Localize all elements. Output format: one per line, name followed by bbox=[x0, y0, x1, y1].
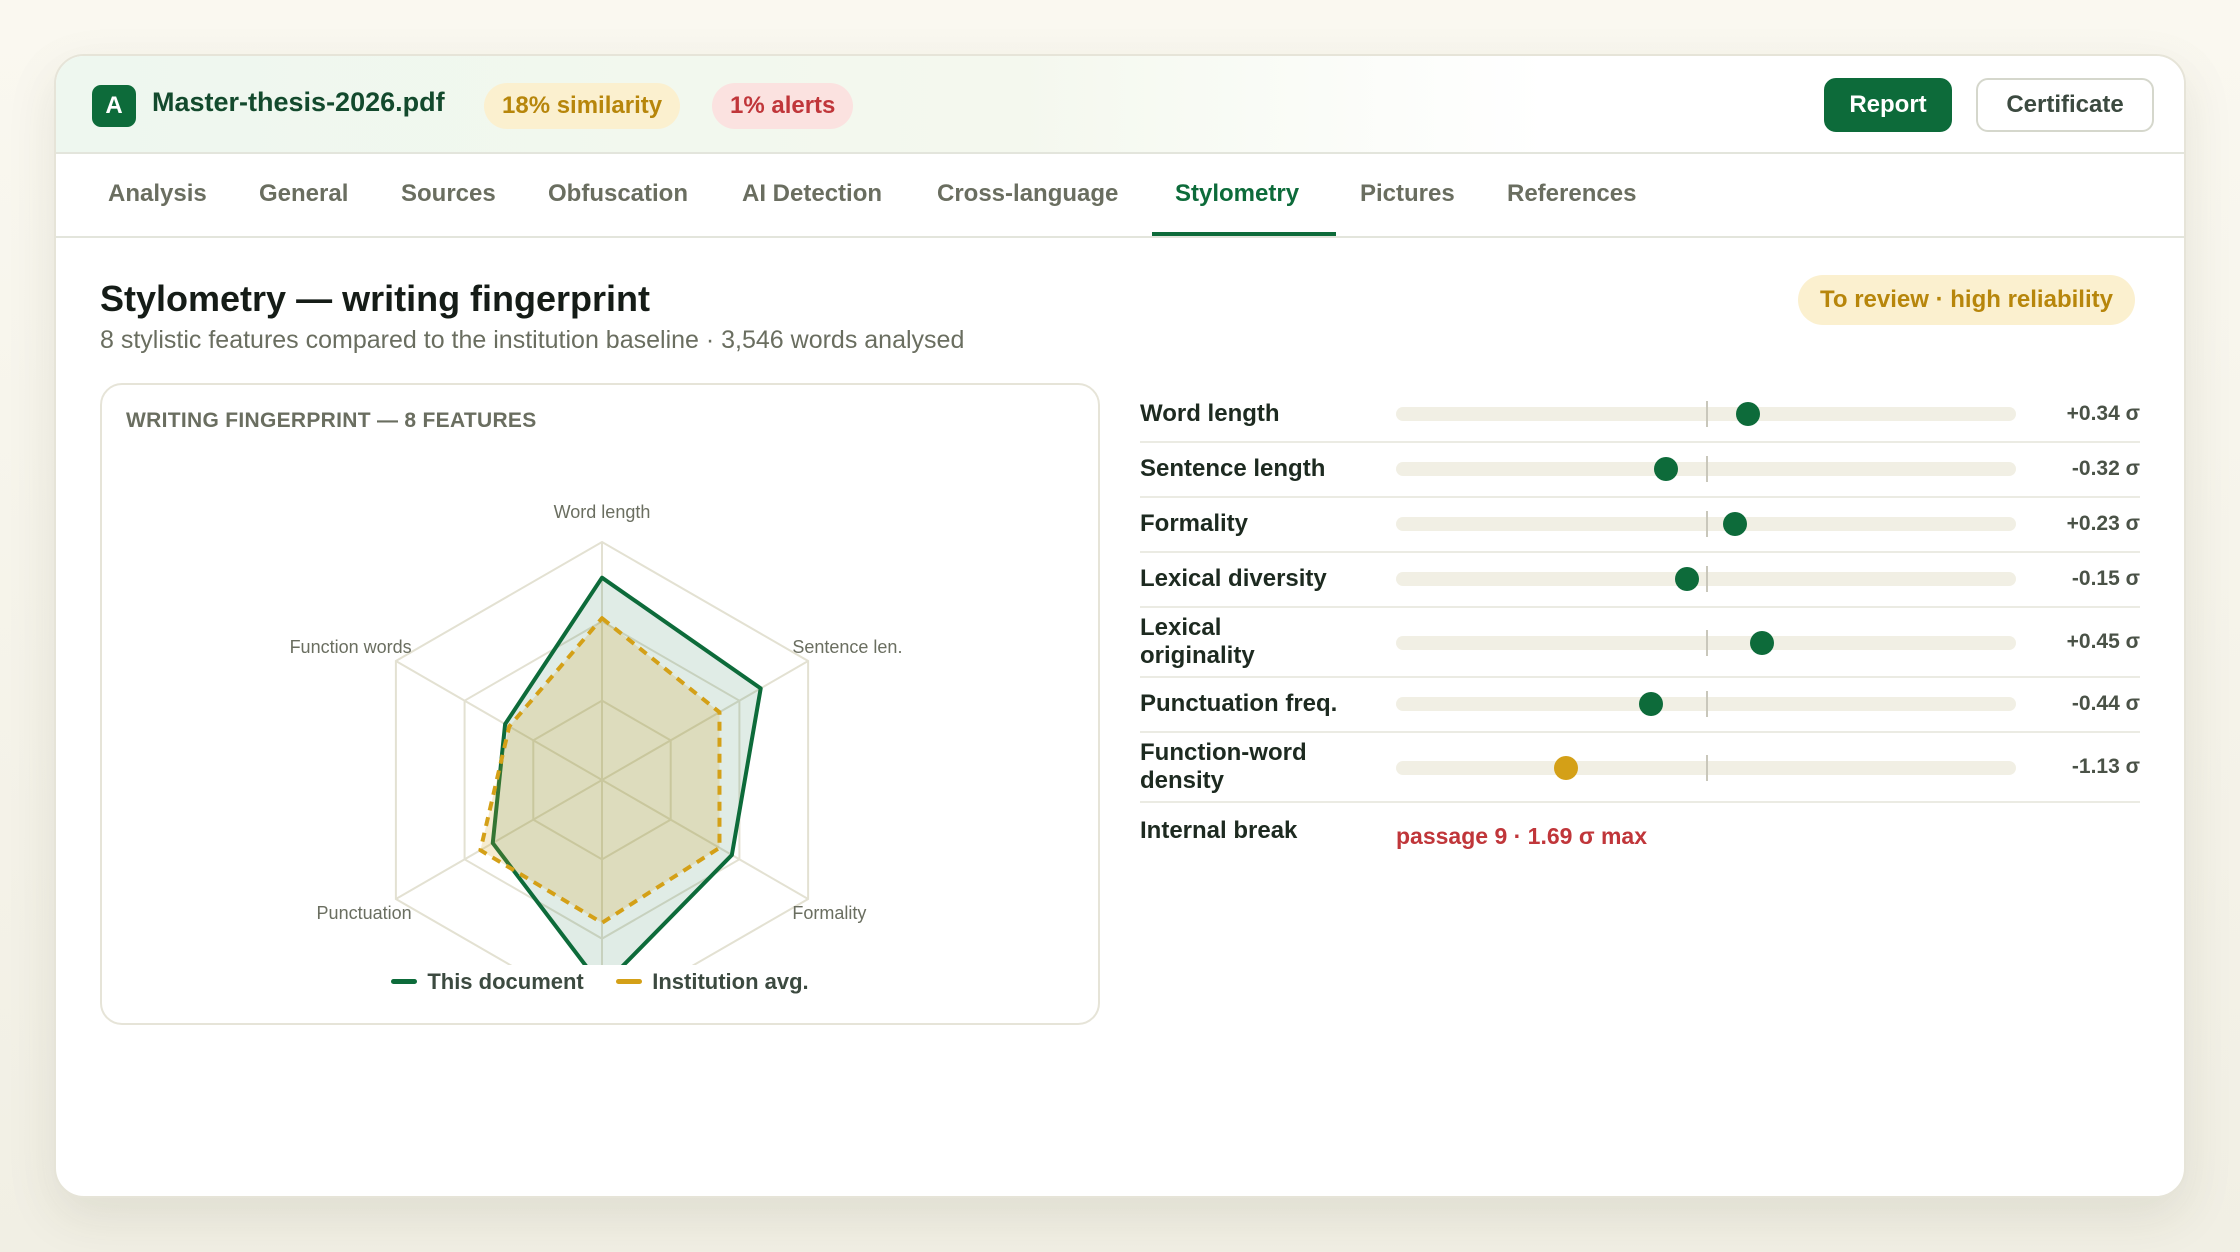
feature-deviation-dot bbox=[1749, 631, 1774, 655]
legend-item-document: This document bbox=[391, 969, 584, 995]
feature-row: Function-word density -1.13 σ bbox=[1140, 733, 2140, 803]
analysis-card: A Master-thesis-2026.pdf 18% similarity … bbox=[54, 54, 2186, 1198]
feature-list: Word length +0.34 σ Sentence length -0.32 σ… bbox=[1140, 388, 2140, 858]
feature-label: Formality bbox=[1140, 510, 1249, 537]
feature-deviation-track bbox=[1396, 630, 2016, 656]
feature-value: -0.32 σ bbox=[2071, 457, 2140, 480]
tab-bar: Analysis General Sources Obfuscation AI … bbox=[56, 154, 2184, 238]
tab-analysis[interactable]: Analysis bbox=[108, 180, 207, 208]
legend-item-institution: Institution avg. bbox=[616, 969, 809, 995]
legend-swatch-institution bbox=[616, 978, 643, 984]
fingerprint-chart-panel: WRITING FINGERPRINT — 8 FEATURES Word le… bbox=[100, 383, 1100, 1025]
feature-row: Word length +0.34 σ bbox=[1140, 388, 2140, 443]
alerts-badge: 1% alerts bbox=[712, 83, 854, 129]
radar-axis-label: Punctuation bbox=[317, 903, 412, 923]
feature-deviation-dot bbox=[1675, 567, 1700, 591]
legend-swatch-document bbox=[391, 978, 418, 984]
baseline-marker bbox=[1706, 401, 1708, 427]
certificate-button[interactable]: Certificate bbox=[1976, 78, 2154, 132]
feature-row: Punctuation freq. -0.44 σ bbox=[1140, 678, 2140, 733]
radar-axis-label: Word length bbox=[554, 502, 651, 522]
feature-label: Word length bbox=[1140, 400, 1280, 427]
feature-deviation-dot bbox=[1654, 457, 1679, 481]
legend-label-document: This document bbox=[427, 969, 584, 994]
tab-stylometry[interactable]: Stylometry bbox=[1175, 180, 1299, 208]
feature-deviation-dot bbox=[1722, 512, 1747, 536]
feature-row: Formality +0.23 σ bbox=[1140, 498, 2140, 553]
tab-sources[interactable]: Sources bbox=[401, 180, 496, 208]
feature-deviation-track bbox=[1396, 566, 2016, 592]
feature-value: -0.44 σ bbox=[2071, 692, 2140, 715]
active-tab-indicator bbox=[1152, 232, 1336, 236]
feature-value: +0.45 σ bbox=[2066, 630, 2140, 653]
document-icon: A bbox=[92, 85, 136, 127]
document-header: A Master-thesis-2026.pdf 18% similarity … bbox=[56, 56, 2184, 154]
feature-row: Sentence length -0.32 σ bbox=[1140, 443, 2140, 498]
tab-references[interactable]: References bbox=[1507, 180, 1636, 208]
radar-chart: Word lengthSentence len.FormalityLexical… bbox=[290, 502, 902, 965]
tab-pictures[interactable]: Pictures bbox=[1360, 180, 1455, 208]
page-subtitle: 8 stylistic features compared to the ins… bbox=[100, 326, 965, 354]
feature-deviation-dot bbox=[1639, 692, 1664, 716]
internal-break-row: Internal break passage 9 · 1.69 σ max bbox=[1140, 803, 2140, 858]
similarity-badge: 18% similarity bbox=[484, 83, 681, 129]
page-title: Stylometry — writing fingerprint bbox=[100, 278, 651, 319]
baseline-marker bbox=[1706, 511, 1708, 537]
feature-deviation-track bbox=[1396, 755, 2016, 781]
radar-axis-label: Formality bbox=[792, 903, 866, 923]
legend-label-institution: Institution avg. bbox=[652, 969, 809, 994]
feature-row: Lexical originality +0.45 σ bbox=[1140, 608, 2140, 678]
feature-label: Lexical originality bbox=[1140, 614, 1255, 669]
feature-value: +0.23 σ bbox=[2066, 512, 2140, 535]
feature-value: -1.13 σ bbox=[2071, 755, 2140, 778]
feature-value: -0.15 σ bbox=[2071, 567, 2140, 590]
baseline-marker bbox=[1706, 566, 1708, 592]
feature-deviation-track bbox=[1396, 401, 2016, 427]
baseline-marker bbox=[1706, 456, 1708, 482]
feature-row: Lexical diversity -0.15 σ bbox=[1140, 553, 2140, 608]
feature-deviation-track bbox=[1396, 691, 2016, 717]
tab-obfuscation[interactable]: Obfuscation bbox=[548, 180, 688, 208]
tab-general[interactable]: General bbox=[259, 180, 348, 208]
feature-deviation-dot bbox=[1736, 402, 1761, 426]
document-filename: Master-thesis-2026.pdf bbox=[152, 87, 445, 117]
internal-break-label: Internal break bbox=[1140, 817, 1298, 844]
radar-axis-label: Function words bbox=[290, 637, 412, 657]
chart-legend: This document Institution avg. bbox=[102, 969, 1098, 995]
feature-label: Punctuation freq. bbox=[1140, 690, 1338, 717]
baseline-marker bbox=[1706, 630, 1708, 656]
internal-break-value: passage 9 · 1.69 σ max bbox=[1396, 823, 1647, 849]
feature-label: Function-word density bbox=[1140, 739, 1307, 794]
feature-label: Sentence length bbox=[1140, 455, 1326, 482]
review-status-badge: To review · high reliability bbox=[1798, 275, 2135, 325]
feature-label: Lexical diversity bbox=[1140, 565, 1327, 592]
tab-ai-detection[interactable]: AI Detection bbox=[742, 180, 882, 208]
radar-axis-label: Sentence len. bbox=[792, 637, 902, 657]
tab-cross-language[interactable]: Cross-language bbox=[937, 180, 1118, 208]
feature-deviation-track bbox=[1396, 511, 2016, 537]
baseline-marker bbox=[1706, 755, 1708, 781]
report-button[interactable]: Report bbox=[1824, 78, 1952, 132]
feature-deviation-dot bbox=[1553, 756, 1578, 780]
feature-deviation-track bbox=[1396, 456, 2016, 482]
baseline-marker bbox=[1706, 691, 1708, 717]
feature-value: +0.34 σ bbox=[2066, 402, 2140, 425]
